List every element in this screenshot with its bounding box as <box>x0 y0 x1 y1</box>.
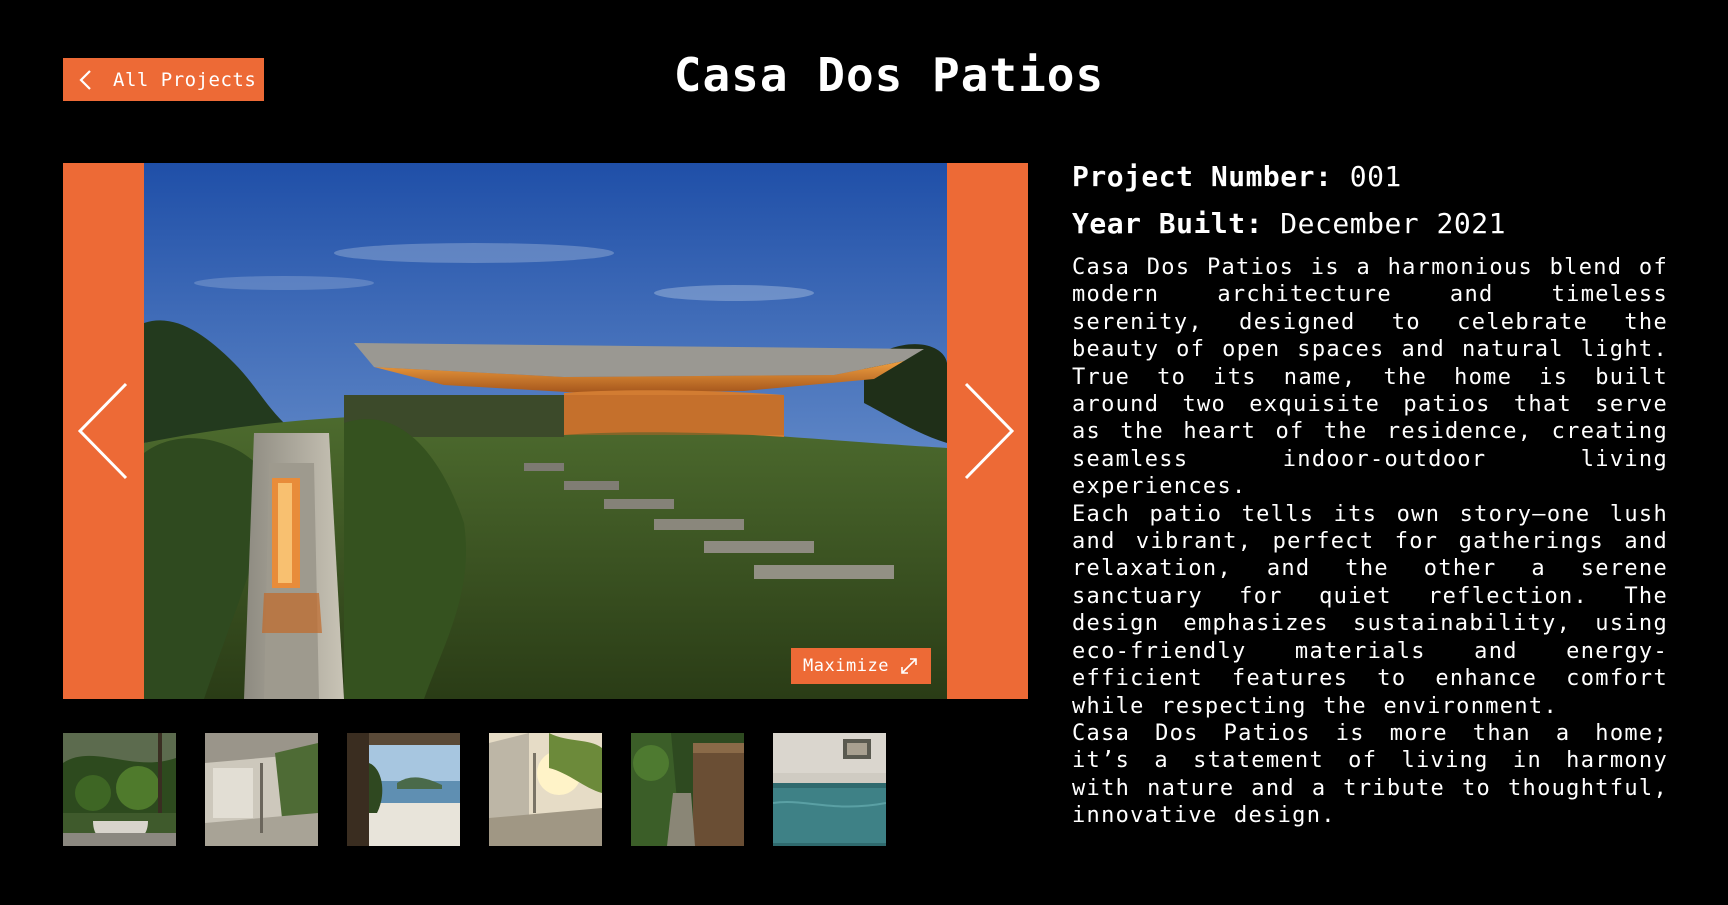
year-built-row: Year Built: December 2021 <box>1072 207 1668 240</box>
maximize-label: Maximize <box>803 656 889 676</box>
year-built-value: December 2021 <box>1280 207 1506 240</box>
project-detail-page: All Projects Casa Dos Patios Maximize Pr… <box>0 0 1728 905</box>
chevron-right-icon <box>964 382 1014 480</box>
expand-arrows-icon <box>901 658 917 674</box>
description-paragraph: Casa Dos Patios is a harmonious blend of… <box>1072 255 1668 500</box>
image-viewer: Maximize <box>63 163 1028 699</box>
next-image-button[interactable] <box>947 163 1028 699</box>
project-description: Casa Dos Patios is a harmonious blend of… <box>1072 254 1668 830</box>
project-number-value: 001 <box>1349 160 1402 193</box>
year-built-label: Year Built: <box>1072 207 1281 240</box>
previous-image-button[interactable] <box>63 163 144 699</box>
project-number-label: Project Number: <box>1072 160 1350 193</box>
thumbnail-strip <box>63 733 886 846</box>
thumbnail-bathroom[interactable] <box>63 733 176 846</box>
thumbnail-terrace[interactable] <box>489 733 602 846</box>
description-paragraph: Casa Dos Patios is more than a home; it’… <box>1072 720 1668 829</box>
thumbnail-garden-path[interactable] <box>631 733 744 846</box>
main-project-photo <box>144 163 947 699</box>
description-paragraph: Each patio tells its own story—one lush … <box>1072 501 1668 719</box>
thumbnail-pool[interactable] <box>773 733 886 846</box>
maximize-button[interactable]: Maximize <box>791 648 931 684</box>
project-info: Project Number: 001 Year Built: December… <box>1072 160 1668 830</box>
chevron-left-icon <box>77 382 127 480</box>
thumbnail-corridor[interactable] <box>205 733 318 846</box>
page-title: Casa Dos Patios <box>673 48 1105 102</box>
thumbnail-beach[interactable] <box>347 733 460 846</box>
project-number-row: Project Number: 001 <box>1072 160 1668 193</box>
